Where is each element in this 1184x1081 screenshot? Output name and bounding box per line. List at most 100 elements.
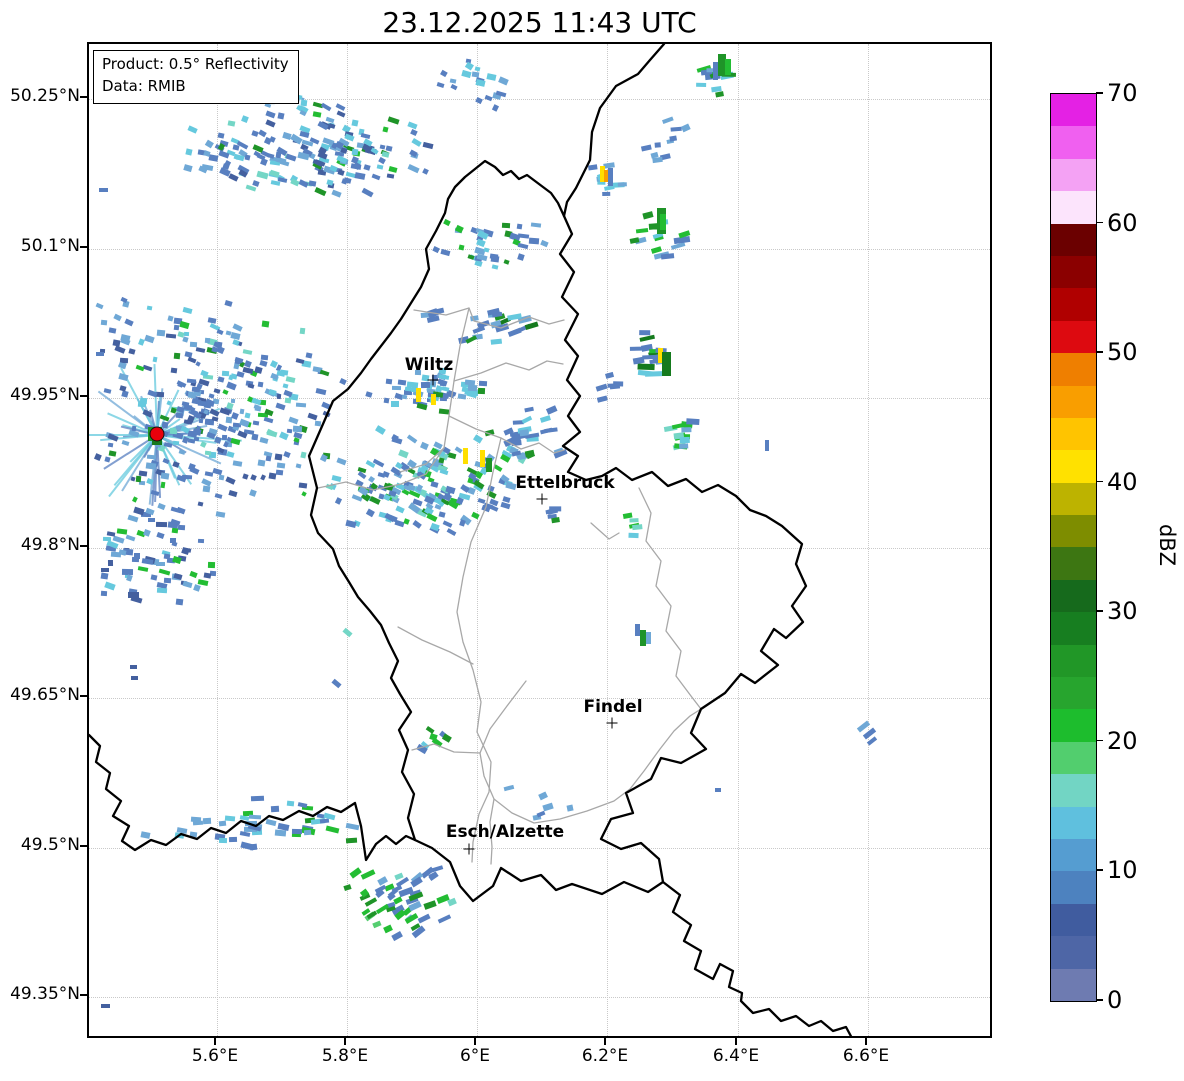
echo-cell <box>156 329 165 336</box>
echo-cell <box>641 211 654 220</box>
colorbar-segment <box>1051 126 1096 159</box>
echo-cell <box>299 130 310 138</box>
echo-cell <box>511 440 523 447</box>
echo-cell <box>222 388 228 395</box>
colorbar-tick-label: 30 <box>1107 597 1138 626</box>
echo-cell <box>218 820 227 827</box>
echo-cell <box>226 381 238 391</box>
lon-tick-mark <box>735 1038 737 1045</box>
echo-cell <box>312 111 322 119</box>
echo-cell <box>385 378 392 385</box>
lon-tick-mark <box>604 1038 606 1045</box>
echo-cell <box>222 434 228 440</box>
echo-cell <box>257 381 265 388</box>
echo-cell <box>420 441 430 450</box>
gridline-horizontal <box>89 548 990 549</box>
echo-cell <box>487 484 495 492</box>
echo-cell <box>258 360 268 367</box>
echo-cell <box>276 463 286 470</box>
colorbar-tick-label: 10 <box>1107 856 1138 885</box>
colorbar-title: dBZ <box>1155 523 1180 567</box>
country-borders <box>89 44 853 1036</box>
lat-tick-label: 50.25°N <box>10 86 80 106</box>
echo-cell <box>397 449 409 459</box>
echo-cell <box>417 913 431 923</box>
city-marker-icon <box>427 374 439 386</box>
echo-cell <box>483 428 495 436</box>
echo-cell <box>416 402 428 411</box>
echo-cell <box>253 365 262 374</box>
colorbar-tick-label: 50 <box>1107 338 1138 367</box>
echo-cell <box>439 468 449 475</box>
echo-cell <box>536 810 547 818</box>
lon-tick-label: 6.4°E <box>712 1046 760 1066</box>
colorbar-tick-mark <box>1096 610 1103 612</box>
echo-cell <box>183 163 193 172</box>
lat-tick-mark <box>80 845 87 847</box>
colorbar-tick-mark <box>1096 92 1103 94</box>
echo-cell <box>213 387 222 394</box>
colorbar-segment <box>1051 320 1096 354</box>
echo-cell <box>186 378 197 384</box>
echo-cell <box>440 69 449 77</box>
echo-cell <box>192 820 203 826</box>
echo-cell <box>248 814 261 820</box>
echo-cell <box>336 110 346 118</box>
echo-cell <box>447 898 458 907</box>
echo-cell <box>116 528 127 536</box>
colorbar-segment <box>1051 644 1096 678</box>
echo-cell <box>217 423 228 433</box>
echo-cell <box>173 440 180 446</box>
echo-cell <box>260 354 269 360</box>
echo-cell <box>431 394 436 405</box>
echo-cell <box>299 327 306 334</box>
echo-cell <box>193 584 202 592</box>
echo-cell <box>204 572 212 578</box>
echo-cell <box>113 313 122 322</box>
echo-cell <box>423 469 432 477</box>
echo-cell <box>376 876 388 886</box>
echo-cell <box>136 475 143 483</box>
internal-border-path <box>397 626 474 665</box>
gridline-horizontal <box>89 997 990 998</box>
echo-cell <box>469 314 479 321</box>
echo-cell <box>295 358 304 365</box>
echo-cell <box>331 189 342 198</box>
echo-cell <box>449 83 457 91</box>
echo-cell <box>207 316 217 324</box>
echo-cell <box>660 253 675 260</box>
echo-cell <box>438 457 445 464</box>
echo-cell <box>266 429 278 438</box>
echo-cell <box>422 141 434 150</box>
echo-cell <box>95 302 104 310</box>
echo-cell <box>654 141 661 148</box>
echo-cell <box>277 393 282 399</box>
lon-tick-mark <box>865 1038 867 1045</box>
echo-cell <box>173 352 181 360</box>
echo-cell <box>411 519 422 529</box>
echo-cell <box>128 347 136 355</box>
echo-cell <box>288 416 300 425</box>
radar-site-marker <box>149 426 165 442</box>
echo-cell <box>441 374 447 380</box>
echo-cell <box>525 451 536 460</box>
colorbar-segment <box>1051 94 1096 127</box>
echo-cell <box>326 178 334 185</box>
echo-cell <box>242 348 252 355</box>
echo-cell <box>354 171 366 180</box>
echo-cell <box>382 924 393 934</box>
echo-cell <box>189 571 198 579</box>
echo-cell <box>321 401 331 409</box>
echo-cell <box>523 321 539 330</box>
echo-cell <box>292 425 303 432</box>
lat-tick-mark <box>80 395 87 397</box>
echo-cell <box>282 131 292 140</box>
echo-cell <box>191 397 202 405</box>
colorbar-segment <box>1051 191 1096 224</box>
echo-cell <box>96 352 104 356</box>
echo-cell <box>637 369 653 377</box>
lat-tick-label: 49.35°N <box>10 984 80 1004</box>
echo-cell <box>407 164 420 174</box>
echo-cell <box>240 114 249 123</box>
echo-cell <box>679 436 690 444</box>
